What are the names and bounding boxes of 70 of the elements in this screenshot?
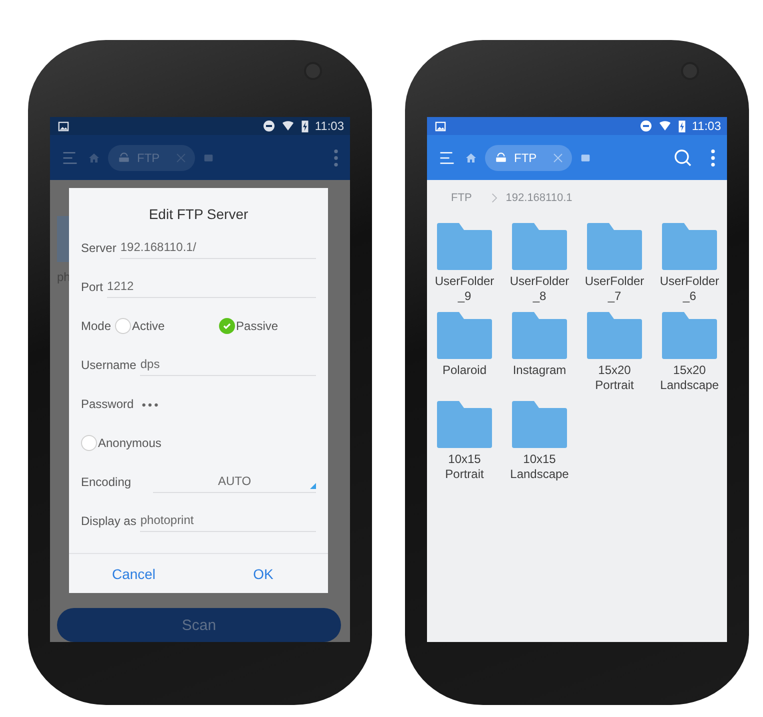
folder-thumbnail [57,216,69,262]
field-label: Display as [81,514,136,528]
dialog-button[interactable]: Cancel [69,554,198,593]
folder-label: 10x15 Landscape [509,452,570,482]
home-icon [465,152,477,164]
wifi-icon [658,120,672,132]
folder-icon [437,223,492,270]
checkbox[interactable] [81,434,97,450]
field-label: Username [81,358,136,372]
input-field[interactable]: dps [140,351,316,376]
close-icon [174,152,187,164]
search-icon[interactable] [673,148,693,168]
option-label: Passive [236,318,278,332]
field-label: Password [81,396,134,410]
folder-icon [512,223,567,270]
field-label: Encoding [81,474,132,488]
status-time: 11:03 [692,119,721,133]
folder-label: 10x15 Portrait [444,452,485,482]
field-label: Port [81,280,104,294]
close-icon [552,152,564,164]
ftp-tab[interactable]: FTP [485,144,572,170]
input-field[interactable]: 192.168110.1/ [120,234,316,259]
radio-button[interactable] [219,318,236,334]
wifi-icon [280,120,295,132]
dropdown-field[interactable]: AUTO [153,468,316,493]
folder-label: UserFolder_8 [508,274,570,304]
card-icon [580,152,591,162]
image-icon [435,120,446,132]
folder-label: Polaroid [441,363,488,378]
scan-button[interactable]: Scan [57,608,341,642]
radio-button[interactable] [115,318,132,334]
status-time: 11:03 [314,119,344,133]
do-not-disturb-icon [640,120,652,132]
field-label: Server [81,240,116,254]
field-label: Mode [81,318,112,332]
dialog-button[interactable]: OK [198,554,328,593]
folder-icon [437,312,492,359]
folder-icon [662,312,717,359]
dialog-title: Edit FTP Server [148,205,250,224]
ftp-tab[interactable]: FTP [108,144,195,170]
checkbox-label: Anonymous [98,436,162,450]
do-not-disturb-icon [262,120,275,132]
folder-icon [437,401,492,448]
password-field[interactable]: ••• [138,384,316,423]
folder-icon [512,401,567,448]
folder-label: Instagram [512,363,568,378]
folder-icon [512,312,567,359]
card-icon [202,152,214,162]
battery-icon [678,120,686,132]
image-icon [58,120,69,132]
home-icon [88,152,100,164]
folder-icon [587,312,642,359]
folder-label: 15x20 Landscape [659,363,720,393]
battery-icon [300,120,309,132]
more-icon[interactable] [709,148,717,168]
input-field[interactable]: photoprint [140,507,316,532]
folder-label: UserFolder_7 [584,274,646,304]
folder-label: UserFolder_6 [658,274,720,304]
chevron-icon [490,192,498,202]
input-field[interactable]: 1212 [107,273,316,298]
check-icon [222,320,232,330]
breadcrumb-item[interactable]: FTP [451,192,472,204]
breadcrumb-item[interactable]: 192.168110.1 [506,192,572,204]
option-label: Active [132,318,165,332]
folder-label: 15x20 Portrait [594,363,635,393]
dropdown-triangle-icon [310,483,316,489]
folder-icon [662,223,717,270]
folder-icon [587,223,642,270]
more-icon[interactable] [332,148,340,168]
folder-label: UserFolder_9 [434,274,496,304]
